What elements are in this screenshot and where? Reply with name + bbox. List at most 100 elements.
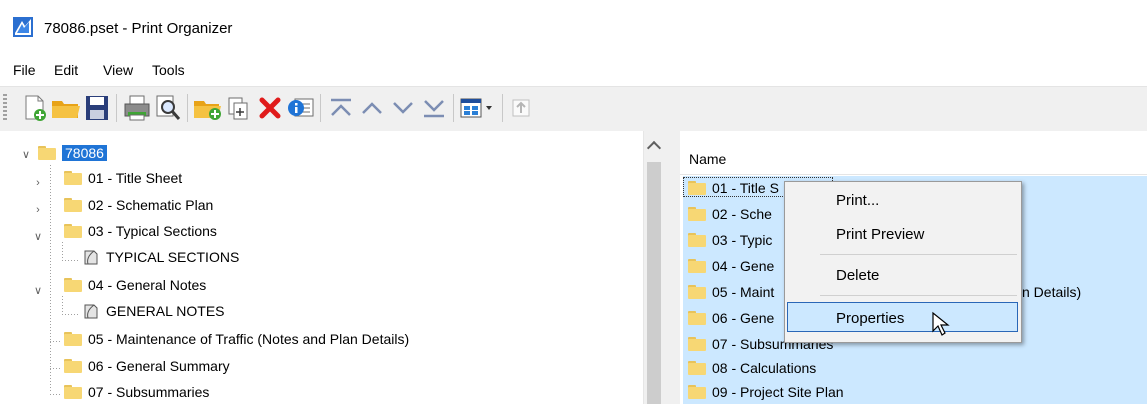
menu-separator <box>820 254 1017 255</box>
folder-icon <box>64 385 82 399</box>
list-item[interactable]: 01 - Title S <box>688 177 779 199</box>
list-item-label: 08 - Calculations <box>712 360 817 376</box>
tree-item[interactable]: 03 - Typical Sections <box>64 220 217 242</box>
collapse-chevron-icon[interactable]: ∨ <box>31 283 45 297</box>
tree-item-label: 07 - Subsummaries <box>88 384 210 400</box>
tree-root[interactable]: 78086 <box>38 142 107 164</box>
collapse-chevron-icon[interactable]: ∨ <box>19 147 33 161</box>
tree-connector <box>50 341 62 342</box>
folder-icon <box>64 359 82 373</box>
collapse-chevron-icon[interactable]: ∨ <box>31 229 45 243</box>
folder-icon <box>688 181 706 195</box>
add-folder-icon[interactable] <box>193 92 223 124</box>
folder-icon <box>688 233 706 247</box>
tree-connector <box>62 296 63 314</box>
folder-icon <box>64 278 82 292</box>
menu-file[interactable]: File <box>13 62 36 78</box>
move-bottom-icon[interactable] <box>419 92 449 124</box>
list-item-overflow-text: n Details) <box>1022 281 1081 303</box>
list-item-label: 04 - Gene <box>712 258 775 274</box>
list-item[interactable]: 03 - Typic <box>688 229 772 251</box>
list-item-label: 02 - Sche <box>712 206 772 222</box>
save-icon[interactable] <box>82 92 112 124</box>
tree-item[interactable]: TYPICAL SECTIONS <box>82 246 239 268</box>
mouse-pointer-icon <box>931 311 953 337</box>
tree-scrollbar[interactable] <box>643 131 664 404</box>
open-icon[interactable] <box>51 92 81 124</box>
pane-splitter[interactable] <box>664 131 680 404</box>
tree-item-label: TYPICAL SECTIONS <box>106 249 240 265</box>
menu-tools[interactable]: Tools <box>152 62 185 78</box>
list-item-label: 03 - Typic <box>712 232 773 248</box>
folder-icon <box>688 337 706 351</box>
toolbar-separator <box>453 94 454 122</box>
context-menu: Print... Print Preview Delete Properties <box>784 181 1022 343</box>
menu-item-print-preview[interactable]: Print Preview <box>785 221 1021 247</box>
scroll-up-icon[interactable] <box>646 140 662 156</box>
menu-separator <box>820 295 1017 296</box>
move-top-icon[interactable] <box>326 92 356 124</box>
go-up-icon[interactable] <box>506 92 536 124</box>
tree-item-label: 01 - Title Sheet <box>88 170 183 186</box>
list-item-label-tail: n Details) <box>1022 284 1082 300</box>
menu-view[interactable]: View <box>103 62 133 78</box>
toolbar-separator <box>320 94 321 122</box>
tree-item[interactable]: 06 - General Summary <box>64 355 230 377</box>
folder-icon <box>688 285 706 299</box>
expand-chevron-icon[interactable]: › <box>31 203 45 217</box>
add-files-icon[interactable] <box>224 92 254 124</box>
tree-item[interactable]: 05 - Maintenance of Traffic (Notes and P… <box>64 328 409 350</box>
move-down-icon[interactable] <box>388 92 418 124</box>
list-item[interactable]: 05 - Maint <box>688 281 774 303</box>
tree-item-label: 03 - Typical Sections <box>88 223 217 239</box>
tree-item-label: 02 - Schematic Plan <box>88 197 214 213</box>
properties-icon[interactable] <box>286 92 316 124</box>
menu-item-delete[interactable]: Delete <box>785 262 1021 288</box>
view-mode-icon[interactable] <box>458 92 496 124</box>
menu-edit[interactable]: Edit <box>54 62 78 78</box>
tree-item[interactable]: 04 - General Notes <box>64 274 206 296</box>
tree-item[interactable]: 07 - Subsummaries <box>64 381 209 403</box>
tree-root-label: 78086 <box>62 145 107 161</box>
tree-item[interactable]: 01 - Title Sheet <box>64 167 182 189</box>
tree-item[interactable]: GENERAL NOTES <box>82 300 225 322</box>
menu-item-print[interactable]: Print... <box>785 187 1021 213</box>
folder-icon <box>688 207 706 221</box>
print-icon[interactable] <box>122 92 152 124</box>
toolbar-gripper[interactable] <box>3 94 7 122</box>
folder-icon <box>688 385 706 399</box>
list-item[interactable]: 02 - Sche <box>688 203 772 225</box>
list-item-label: 01 - Title S <box>712 180 779 196</box>
print-organizer-icon <box>12 16 34 38</box>
column-header-label: Name <box>689 151 727 167</box>
column-header-name[interactable]: Name <box>680 140 1147 175</box>
scrollbar-thumb[interactable] <box>647 162 661 404</box>
folder-icon <box>64 332 82 346</box>
list-item[interactable]: 06 - Gene <box>688 307 774 329</box>
delete-icon[interactable] <box>255 92 285 124</box>
menu-item-label: Delete <box>836 267 880 284</box>
folder-icon <box>688 311 706 325</box>
folder-icon <box>688 259 706 273</box>
tree-item[interactable]: 02 - Schematic Plan <box>64 194 213 216</box>
tree-item-label: 05 - Maintenance of Traffic (Notes and P… <box>88 331 410 347</box>
list-item[interactable]: 08 - Calculations <box>688 357 816 379</box>
new-icon[interactable] <box>20 92 50 124</box>
tree-connector <box>62 260 80 261</box>
move-up-icon[interactable] <box>357 92 387 124</box>
menu-item-properties[interactable]: Properties <box>787 302 1018 332</box>
expand-chevron-icon[interactable]: › <box>31 176 45 190</box>
tree-connector <box>62 242 63 260</box>
tree-item-label: 04 - General Notes <box>88 277 207 293</box>
list-item[interactable]: 09 - Project Site Plan <box>688 381 844 403</box>
menu-item-label: Properties <box>836 310 905 327</box>
tree-connector <box>62 314 80 315</box>
sheet-icon <box>84 250 98 265</box>
folder-icon <box>64 224 82 238</box>
print-preview-icon[interactable] <box>153 92 183 124</box>
folder-icon <box>688 361 706 375</box>
list-item-label: 06 - Gene <box>712 310 775 326</box>
sheet-icon <box>84 304 98 319</box>
toolbar-separator <box>116 94 117 122</box>
list-item[interactable]: 04 - Gene <box>688 255 774 277</box>
